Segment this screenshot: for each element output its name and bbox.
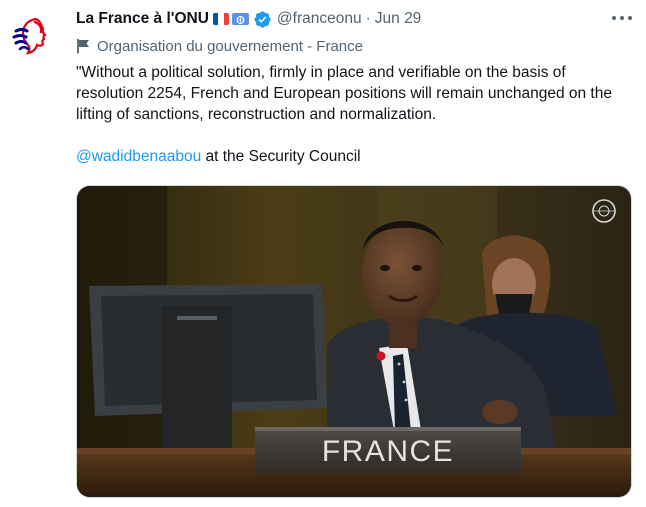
- affiliation-label: Organisation du gouvernement - France: [97, 37, 363, 55]
- nameplate-text: FRANCE: [322, 435, 454, 468]
- security-council-photo: FRANCE: [77, 186, 631, 497]
- marianne-logo-icon: [6, 9, 62, 65]
- mention-link[interactable]: @wadidbenaabou: [76, 148, 201, 165]
- more-options-button[interactable]: [612, 10, 632, 26]
- france-flag-icon: [212, 13, 229, 25]
- more-options-icon: [612, 16, 616, 20]
- united-nations-flag-icon: [231, 13, 249, 25]
- flag-icon: [77, 39, 89, 54]
- tweet-date[interactable]: Jun 29: [375, 10, 422, 28]
- separator: ·: [365, 10, 371, 27]
- mention-line: @wadidbenaabou at the Security Council: [76, 146, 632, 167]
- affiliation: Organisation du gouvernement - France: [76, 36, 363, 56]
- avatar[interactable]: [6, 9, 62, 65]
- verified-badge-icon: [253, 10, 272, 29]
- tweet[interactable]: La France à l'ONU @franceonu · Jun 29 Or…: [0, 0, 646, 507]
- tweet-quote: "Without a political solution, firmly in…: [76, 64, 612, 123]
- mention-suffix: at the Security Council: [201, 148, 361, 165]
- tweet-photo[interactable]: FRANCE: [76, 185, 632, 498]
- tweet-header: La France à l'ONU @franceonu · Jun 29: [76, 8, 421, 30]
- display-name[interactable]: La France à l'ONU: [76, 10, 209, 28]
- handle[interactable]: @franceonu: [277, 10, 362, 28]
- tweet-text: "Without a political solution, firmly in…: [76, 62, 632, 167]
